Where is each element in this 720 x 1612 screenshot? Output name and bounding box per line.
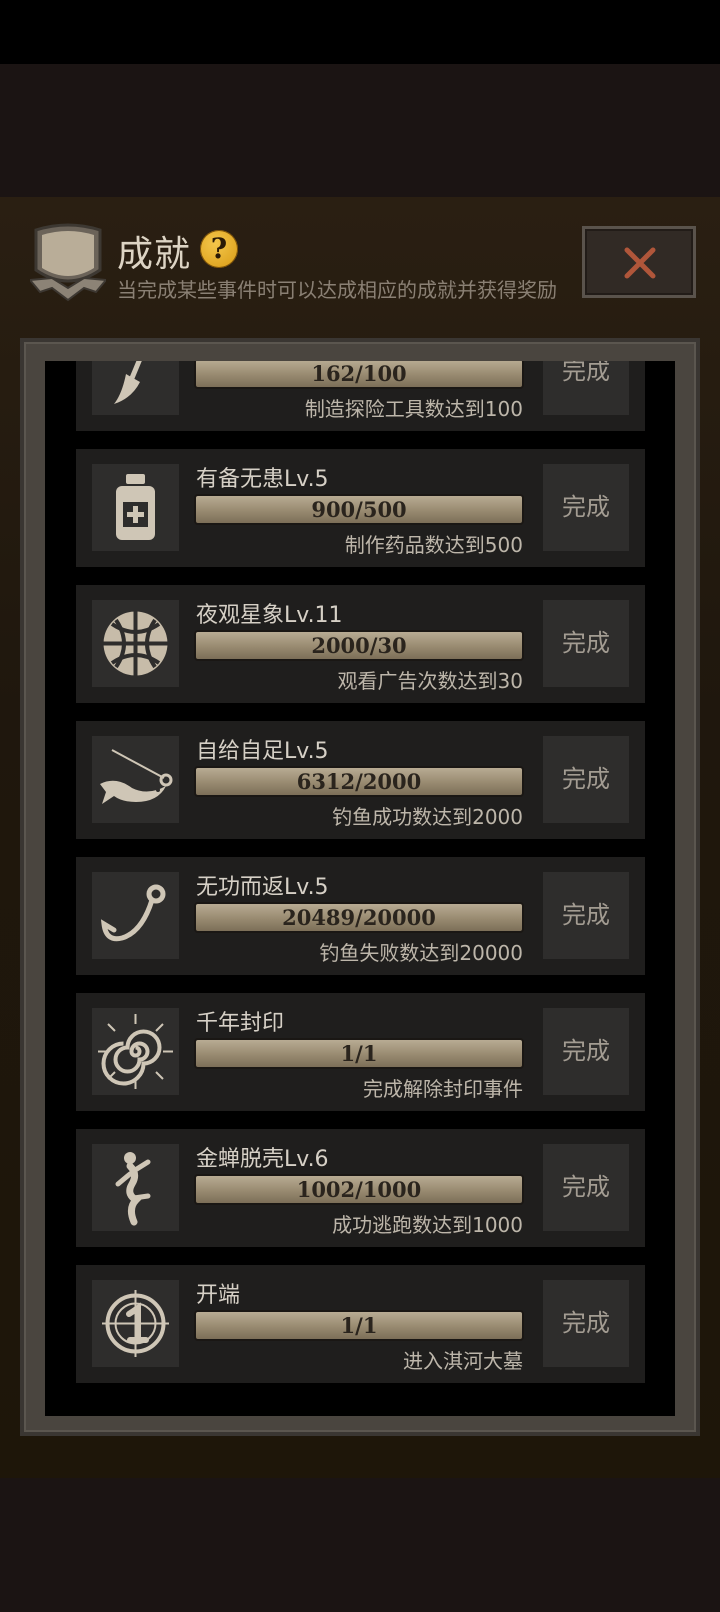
achievement-description: 制作药品数达到500: [344, 533, 523, 557]
achievement-description: 成功逃跑数达到1000: [332, 1213, 523, 1237]
achievement-description: 观看广告次数达到30: [337, 669, 523, 693]
complete-button[interactable]: 完成: [543, 464, 629, 551]
complete-button[interactable]: 完成: [543, 600, 629, 687]
achievement-description: 钓鱼失败数达到20000: [319, 941, 523, 965]
achievement-card: 自给自足Lv.5 6312/2000 钓鱼成功数达到2000 完成: [76, 721, 645, 839]
achievement-description: 制造探险工具数达到100: [304, 397, 523, 421]
close-icon: [624, 247, 656, 279]
achievement-badge-icon: [30, 223, 106, 302]
progress-bar: 2000/30: [194, 630, 524, 661]
achievement-card: 无功而返Lv.5 20489/20000 钓鱼失败数达到20000 完成: [76, 857, 645, 975]
complete-button[interactable]: 完成: [543, 736, 629, 823]
fish-on-hook-icon: [100, 749, 173, 804]
progress-bar: 162/100: [194, 361, 524, 389]
achievement-name: 夜观星象Lv.11: [196, 603, 343, 628]
help-icon[interactable]: ?: [200, 230, 238, 268]
achievement-name: 无功而返Lv.5: [196, 875, 329, 900]
dim-overlay-top[interactable]: [0, 64, 720, 197]
complete-button[interactable]: 完成: [543, 361, 629, 415]
achievement-name: 金蝉脱壳Lv.6: [196, 1147, 329, 1172]
dim-overlay-bottom[interactable]: [0, 1478, 720, 1612]
escaping-figure-icon: [115, 1152, 151, 1226]
achievement-description: 完成解除封印事件: [363, 1077, 523, 1101]
countdown-one-icon: [102, 1290, 169, 1357]
achievement-name: 自给自足Lv.5: [196, 739, 329, 764]
progress-bar: 900/500: [194, 494, 524, 525]
achievement-card: 金蝉脱壳Lv.6 1002/1000 成功逃跑数达到1000 完成: [76, 1129, 645, 1247]
achievement-name: 有备无患Lv.5: [196, 467, 329, 492]
achievement-name: 开端: [196, 1283, 241, 1308]
page-title: 成就: [117, 234, 192, 275]
achievement-card: 开端 1/1 进入淇河大墓 完成: [76, 1265, 645, 1383]
complete-button[interactable]: 完成: [543, 1280, 629, 1367]
achievement-description: 进入淇河大墓: [403, 1349, 523, 1373]
complete-button[interactable]: 完成: [543, 1008, 629, 1095]
achievement-card: 有备无患Lv.5 900/500 制作药品数达到500 完成: [76, 449, 645, 567]
globe-icon: [103, 611, 168, 676]
shovel-icon: [114, 361, 142, 404]
complete-button[interactable]: 完成: [543, 872, 629, 959]
status-bar: [0, 0, 720, 64]
medicine-bottle-icon: [116, 474, 155, 540]
complete-button[interactable]: 完成: [543, 1144, 629, 1231]
fishing-hook-icon: [100, 884, 166, 942]
achievement-list[interactable]: 162/100 制造探险工具数达到100 完成 有备无患Lv.5 900/500…: [45, 361, 675, 1416]
close-button[interactable]: [582, 226, 696, 298]
seal-spiral-icon: [98, 1014, 173, 1089]
achievement-card: 夜观星象Lv.11 2000/30 观看广告次数达到30 完成: [76, 585, 645, 703]
achievement-card: 千年封印 1/1 完成解除封印事件 完成: [76, 993, 645, 1111]
achievement-description: 钓鱼成功数达到2000: [332, 805, 523, 829]
progress-bar: 1002/1000: [194, 1174, 524, 1205]
achievement-name: 千年封印: [196, 1011, 285, 1036]
achievement-card: 162/100 制造探险工具数达到100 完成: [76, 361, 645, 431]
progress-bar: 1/1: [194, 1310, 524, 1341]
progress-bar: 1/1: [194, 1038, 524, 1069]
page-subtitle: 当完成某些事件时可以达成相应的成就并获得奖励: [117, 278, 557, 302]
progress-bar: 20489/20000: [194, 902, 524, 933]
progress-bar: 6312/2000: [194, 766, 524, 797]
